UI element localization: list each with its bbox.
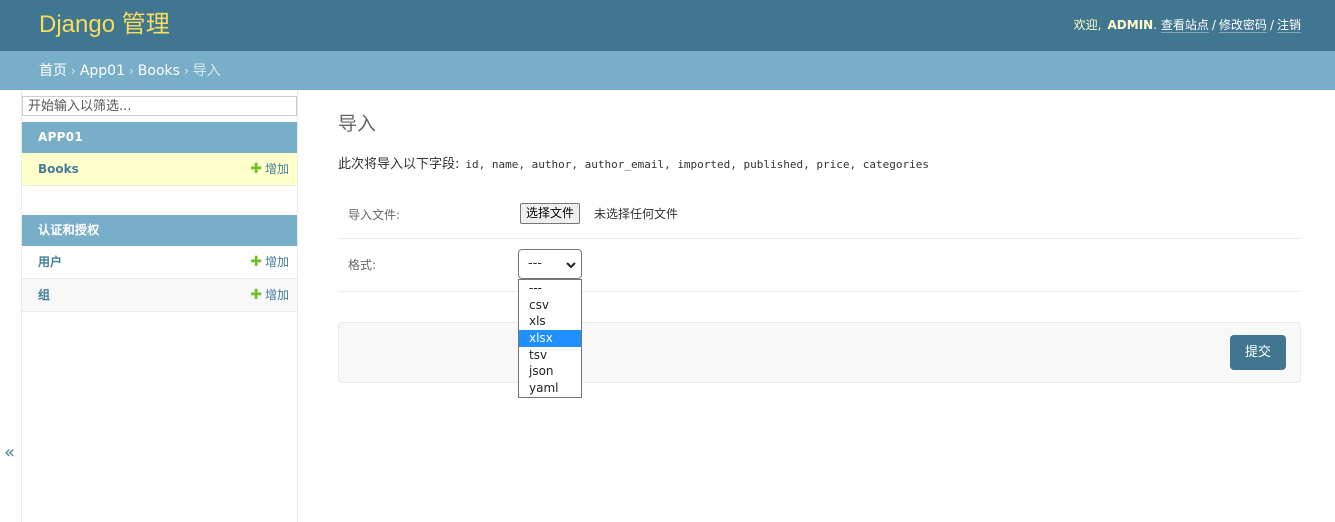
format-label: 格式: xyxy=(348,258,377,272)
site-title[interactable]: Django 管理 xyxy=(39,10,170,40)
fields-intro: 此次将导入以下字段: xyxy=(338,157,460,172)
nav-filter-input[interactable] xyxy=(22,96,297,116)
breadcrumb-home[interactable]: 首页 xyxy=(39,63,67,79)
add-label: 增加 xyxy=(264,255,289,269)
header-bar: Django 管理 欢迎, ADMIN. 查看站点 / 修改密码 / 注销 xyxy=(0,0,1335,51)
import-file-label: 导入文件: xyxy=(348,208,401,222)
submit-button[interactable]: 提交 xyxy=(1230,335,1286,370)
submit-row: 提交 xyxy=(338,322,1301,383)
sidebar-item-books[interactable]: Books ✚ 增加 xyxy=(22,153,297,186)
format-option[interactable]: yaml xyxy=(519,380,581,397)
format-option[interactable]: json xyxy=(519,363,581,380)
add-label: 增加 xyxy=(264,288,289,302)
dot: . xyxy=(1153,18,1158,32)
format-select[interactable]: --- xyxy=(518,249,582,279)
change-password-link[interactable]: 修改密码 xyxy=(1218,18,1267,33)
separator: / xyxy=(1269,18,1274,32)
collapse-sidebar-icon[interactable]: « xyxy=(4,442,15,463)
sidebar-item-users[interactable]: 用户 ✚ 增加 xyxy=(22,246,297,279)
add-label: 增加 xyxy=(264,162,289,176)
sidebar-item-groups[interactable]: 组 ✚ 增加 xyxy=(22,279,297,312)
username: ADMIN xyxy=(1107,18,1154,32)
breadcrumb-current: 导入 xyxy=(192,63,221,79)
module-caption[interactable]: APP01 xyxy=(22,122,297,153)
plus-icon: ✚ xyxy=(250,161,262,177)
format-dropdown-list: --- csv xls xlsx tsv json yaml xyxy=(518,279,582,398)
format-option[interactable]: tsv xyxy=(519,347,581,364)
welcome-text: 欢迎, xyxy=(1073,18,1102,32)
main-content: 导入 此次将导入以下字段: id, name, author, author_em… xyxy=(338,90,1301,522)
format-option[interactable]: csv xyxy=(519,297,581,314)
format-option-highlighted[interactable]: xlsx xyxy=(519,330,581,347)
fields-description: 此次将导入以下字段: id, name, author, author_email… xyxy=(338,156,929,174)
format-option[interactable]: --- xyxy=(519,280,581,297)
breadcrumb-separator: › xyxy=(71,64,76,78)
page-title: 导入 xyxy=(338,113,377,135)
plus-icon: ✚ xyxy=(250,254,262,270)
plus-icon: ✚ xyxy=(250,287,262,303)
module-caption[interactable]: 认证和授权 xyxy=(22,215,297,246)
breadcrumb-app[interactable]: App01 xyxy=(80,63,125,79)
model-link-books[interactable]: Books xyxy=(38,153,79,185)
add-books-button[interactable]: ✚ 增加 xyxy=(250,153,289,185)
model-link-groups[interactable]: 组 xyxy=(38,279,50,311)
format-selected-value: --- xyxy=(528,256,543,271)
nav-sidebar: APP01 Books ✚增加 认证和授权 用户 ✚增加 组 ✚增加 xyxy=(22,90,298,522)
nav-sidebar-toggle[interactable]: « xyxy=(0,90,22,522)
choose-file-button[interactable]: 选择文件 xyxy=(520,203,581,224)
view-site-link[interactable]: 查看站点 xyxy=(1160,18,1209,33)
chevron-down-icon xyxy=(566,262,576,269)
module-auth: 认证和授权 用户 ✚ 增加 组 ✚ 增加 xyxy=(22,215,297,312)
add-user-button[interactable]: ✚ 增加 xyxy=(250,246,289,278)
breadcrumb-separator: › xyxy=(128,64,134,78)
user-tools: 欢迎, ADMIN. 查看站点 / 修改密码 / 注销 xyxy=(1074,16,1301,34)
logout-link[interactable]: 注销 xyxy=(1276,18,1301,33)
format-row: 格式: xyxy=(338,239,1301,292)
fields-list: id, name, author, author_email, imported… xyxy=(465,158,929,171)
model-link-users[interactable]: 用户 xyxy=(38,246,62,278)
module-app01: APP01 Books ✚ 增加 xyxy=(22,122,297,186)
breadcrumb: 首页 › App01 › Books › 导入 xyxy=(0,51,1335,90)
import-file-row: 导入文件: xyxy=(338,190,1301,239)
breadcrumb-model[interactable]: Books xyxy=(138,63,180,79)
add-group-button[interactable]: ✚ 增加 xyxy=(250,279,289,311)
breadcrumb-separator: › xyxy=(183,64,189,78)
file-status-text: 未选择任何文件 xyxy=(594,207,679,221)
separator: / xyxy=(1211,18,1216,32)
format-option[interactable]: xls xyxy=(519,313,581,330)
